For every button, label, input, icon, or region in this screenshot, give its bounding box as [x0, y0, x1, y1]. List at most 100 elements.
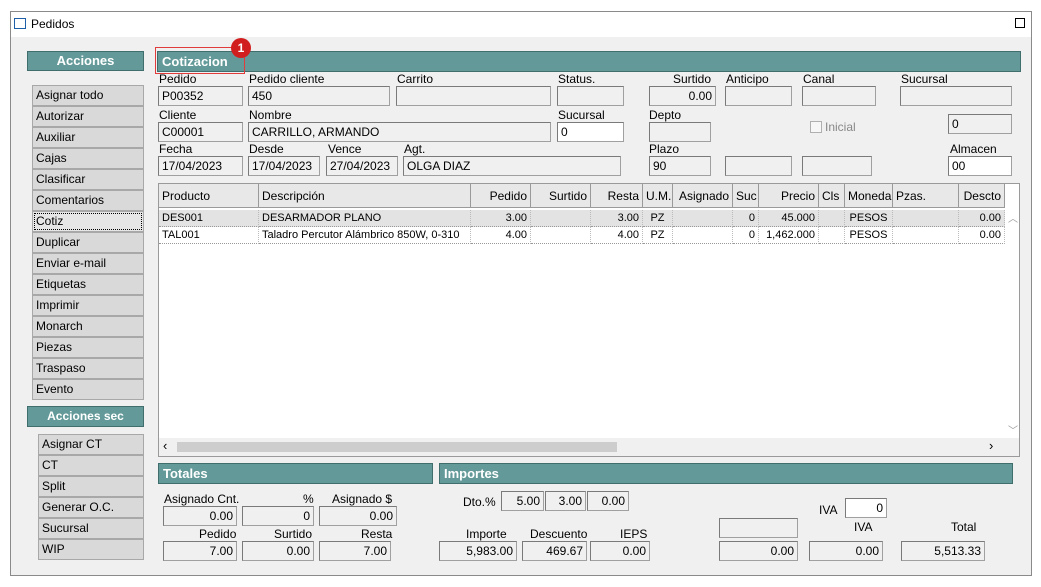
vertical-scrollbar[interactable]: ︿ ﹀	[1005, 208, 1019, 438]
maximize-icon[interactable]	[1015, 18, 1025, 28]
sidebar-item-comentarios[interactable]: Comentarios	[32, 190, 144, 211]
cell-descripci-n: DESARMADOR PLANO	[259, 210, 471, 227]
table-row[interactable]: DES001 DESARMADOR PLANO 3.00 3.00 PZ 0 45.000 P…	[159, 210, 1005, 227]
pedido-field[interactable]: P00352	[158, 86, 243, 106]
cell-pzas-	[893, 227, 959, 244]
cliente-field[interactable]: C00001	[158, 122, 243, 142]
table-row[interactable]: TAL001 Taladro Percutor Alámbrico 850W, 0…	[159, 227, 1005, 244]
subtotal-field[interactable]: 0.00	[719, 541, 798, 561]
scroll-up-icon[interactable]: ︿	[1008, 210, 1018, 225]
pedido-cliente-field[interactable]: 450	[248, 86, 390, 106]
scroll-down-icon[interactable]: ﹀	[1008, 422, 1018, 437]
pct-field[interactable]: 0	[242, 506, 314, 526]
col-header-descripci-n[interactable]: Descripción	[259, 184, 471, 208]
col-header-pedido[interactable]: Pedido	[471, 184, 531, 208]
sucursal-field[interactable]: 0	[557, 122, 624, 142]
dto1-field[interactable]: 5.00	[501, 491, 544, 511]
resta-total-field[interactable]: 7.00	[319, 541, 391, 561]
sec-item-generar-o-c-[interactable]: Generar O.C.	[38, 497, 144, 518]
extra-field-2[interactable]	[802, 156, 872, 176]
inicial-checkbox[interactable]	[810, 121, 822, 133]
fecha-field[interactable]: 17/04/2023	[158, 156, 243, 176]
sec-item-ct[interactable]: CT	[38, 455, 144, 476]
sidebar-item-traspaso[interactable]: Traspaso	[32, 358, 144, 379]
right-value-field[interactable]: 0	[948, 114, 1012, 134]
sidebar-item-enviar-e-mail[interactable]: Enviar e-mail	[32, 253, 144, 274]
resta-total-label: Resta	[361, 527, 393, 541]
carrito-label: Carrito	[397, 72, 434, 86]
col-header-producto[interactable]: Producto	[159, 184, 259, 208]
asignado-cnt-field[interactable]: 0.00	[163, 506, 237, 526]
window: Pedidos Acciones Asignar todo Autorizar Au…	[10, 11, 1032, 576]
status-field[interactable]	[557, 86, 624, 106]
cliente-label: Cliente	[159, 108, 197, 122]
carrito-field[interactable]	[396, 86, 551, 106]
sec-item-sucursal[interactable]: Sucursal	[38, 518, 144, 539]
importe-field[interactable]: 5,983.00	[439, 541, 517, 561]
surtido-total-field[interactable]: 0.00	[242, 541, 314, 561]
surtido-top-label: Surtido	[673, 72, 712, 86]
cell-surtido	[531, 227, 591, 244]
col-header-resta[interactable]: Resta	[591, 184, 643, 208]
sidebar-item-etiquetas[interactable]: Etiquetas	[32, 274, 144, 295]
agt-field[interactable]: OLGA DIAZ	[403, 156, 621, 176]
ieps-field[interactable]: 0.00	[590, 541, 650, 561]
col-header-precio[interactable]: Precio	[759, 184, 819, 208]
total-field[interactable]: 5,513.33	[901, 541, 985, 561]
surtido-top-field[interactable]: 0.00	[649, 86, 716, 106]
dto2-field[interactable]: 3.00	[545, 491, 586, 511]
iva-field[interactable]: 0.00	[809, 541, 883, 561]
sidebar-item-monarch[interactable]: Monarch	[32, 316, 144, 337]
horizontal-scrollbar[interactable]: ‹ ›	[159, 438, 1019, 456]
cell-producto: DES001	[159, 210, 259, 227]
scroll-right-icon[interactable]: ›	[989, 438, 993, 453]
sidebar-item-cajas[interactable]: Cajas	[32, 148, 144, 169]
cell-cls	[819, 227, 845, 244]
iva-top-field[interactable]: 0	[845, 498, 887, 518]
sidebar-item-autorizar[interactable]: Autorizar	[32, 106, 144, 127]
cell-suc: 0	[733, 210, 759, 227]
desde-field[interactable]: 17/04/2023	[248, 156, 320, 176]
asignado-s-field[interactable]: 0.00	[319, 506, 397, 526]
sidebar-item-evento[interactable]: Evento	[32, 379, 144, 400]
col-header-descto[interactable]: Descto	[959, 184, 1005, 208]
sidebar-item-asignar-todo[interactable]: Asignar todo	[32, 85, 144, 106]
sucursal-top-field[interactable]	[900, 86, 1012, 106]
sec-item-wip[interactable]: WIP	[38, 539, 144, 560]
canal-field[interactable]	[802, 86, 876, 106]
sidebar-item-clasificar[interactable]: Clasificar	[32, 169, 144, 190]
sidebar-item-duplicar[interactable]: Duplicar	[32, 232, 144, 253]
col-header-cls[interactable]: Cls	[819, 184, 845, 208]
extra-field-1[interactable]	[725, 156, 792, 176]
col-header-asignado[interactable]: Asignado	[673, 184, 733, 208]
anticipo-field[interactable]	[725, 86, 792, 106]
depto-field[interactable]	[649, 122, 711, 142]
col-header-suc[interactable]: Suc	[733, 184, 759, 208]
asignado-s-label: Asignado $	[332, 492, 393, 506]
dto3-field[interactable]: 0.00	[587, 491, 629, 511]
descuento-field[interactable]: 469.67	[522, 541, 587, 561]
sidebar-item-auxiliar[interactable]: Auxiliar	[32, 127, 144, 148]
blank-field[interactable]	[719, 518, 798, 538]
plazo-field[interactable]: 90	[649, 156, 711, 176]
col-header-moneda[interactable]: Moneda	[845, 184, 893, 208]
vence-field[interactable]: 27/04/2023	[326, 156, 398, 176]
scroll-thumb[interactable]	[177, 442, 617, 452]
col-header-surtido[interactable]: Surtido	[531, 184, 591, 208]
acciones-header: Acciones	[27, 51, 144, 71]
col-header-u-m-[interactable]: U.M.	[643, 184, 673, 208]
cell-precio: 45.000	[759, 210, 819, 227]
sidebar-item-imprimir[interactable]: Imprimir	[32, 295, 144, 316]
window-title: Pedidos	[31, 17, 75, 31]
sec-item-split[interactable]: Split	[38, 476, 144, 497]
col-header-pzas-[interactable]: Pzas.	[893, 184, 959, 208]
pedido-total-field[interactable]: 7.00	[163, 541, 237, 561]
sec-item-asignar-ct[interactable]: Asignar CT	[38, 434, 144, 455]
sidebar-item-cotiz[interactable]: Cotiz	[32, 211, 144, 232]
sidebar-item-piezas[interactable]: Piezas	[32, 337, 144, 358]
sucursal-label: Sucursal	[558, 108, 605, 122]
sucursal-top-label: Sucursal	[901, 72, 948, 86]
almacen-field[interactable]: 00	[948, 156, 1012, 176]
scroll-left-icon[interactable]: ‹	[163, 438, 167, 453]
nombre-field[interactable]: CARRILLO, ARMANDO	[248, 122, 551, 142]
